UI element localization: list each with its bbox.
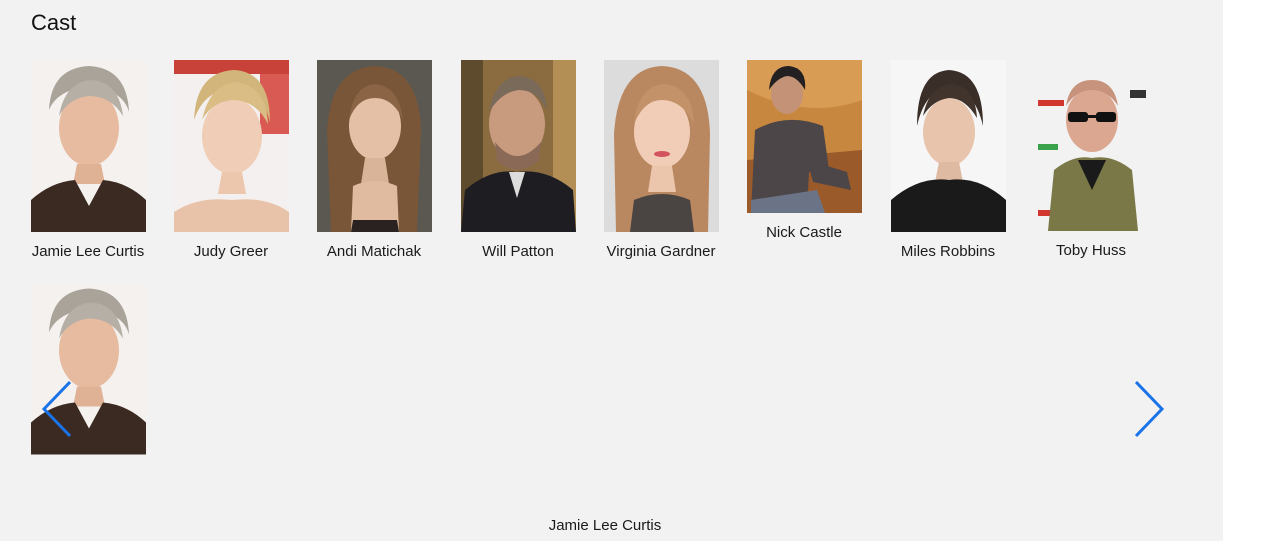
cast-photo (317, 60, 432, 232)
cast-card-jamie-lee-curtis[interactable]: Jamie Lee Curtis (23, 60, 153, 262)
cast-card-will-patton[interactable]: Will Patton (453, 60, 583, 262)
chevron-left-icon (41, 380, 72, 438)
cast-photo (461, 60, 576, 232)
cast-photo (31, 60, 146, 232)
cast-card-judy-greer[interactable]: Judy Greer (166, 60, 296, 262)
cast-photo (604, 60, 719, 232)
cast-name: Jamie Lee Curtis (31, 243, 145, 260)
cast-photo (174, 60, 289, 232)
section-title: Cast (31, 10, 77, 35)
cast-section: Cast Jamie Lee Curtis Judy Greer Andi Ma… (0, 0, 1223, 541)
cast-name: Toby Huss (1055, 242, 1127, 259)
cast-card-toby-huss[interactable]: Toby Huss (1026, 60, 1156, 261)
cast-card-nick-castle[interactable]: Nick Castle (739, 60, 869, 243)
cast-name: Virginia Gardner (606, 243, 716, 260)
carousel-caption: Jamie Lee Curtis (548, 517, 662, 534)
carousel-next-button[interactable] (1132, 380, 1166, 438)
cast-photo (747, 60, 862, 213)
cast-card-andi-matichak[interactable]: Andi Matichak (309, 60, 439, 262)
cast-photo (1034, 60, 1149, 231)
cast-name: Judy Greer (193, 243, 269, 260)
cast-name: Miles Robbins (900, 243, 996, 260)
cast-photo (891, 60, 1006, 232)
cast-card-virginia-gardner[interactable]: Virginia Gardner (596, 60, 726, 262)
cast-name: Will Patton (482, 243, 554, 260)
carousel-prev-button[interactable] (40, 380, 74, 438)
chevron-right-icon (1134, 380, 1165, 438)
cast-name: Nick Castle (766, 224, 842, 241)
cast-card-miles-robbins[interactable]: Miles Robbins (883, 60, 1013, 262)
cast-name: Andi Matichak (326, 243, 422, 260)
